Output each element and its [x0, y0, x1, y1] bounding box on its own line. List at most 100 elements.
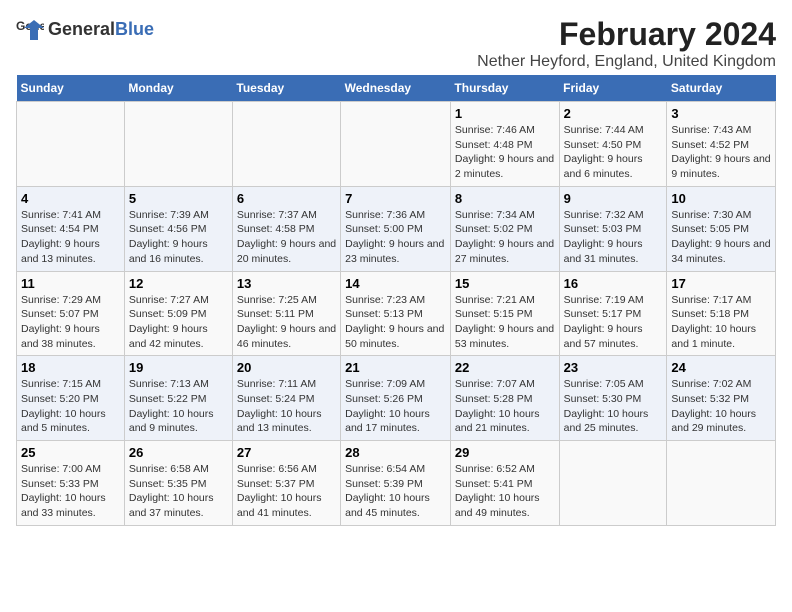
day-info: Sunrise: 7:09 AMSunset: 5:26 PMDaylight:… — [345, 377, 446, 436]
column-header-thursday: Thursday — [450, 75, 559, 102]
calendar-cell: 8 Sunrise: 7:34 AMSunset: 5:02 PMDaylight… — [450, 186, 559, 271]
day-info: Sunrise: 7:13 AMSunset: 5:22 PMDaylight:… — [129, 377, 228, 436]
day-info: Sunrise: 7:39 AMSunset: 4:56 PMDaylight:… — [129, 208, 228, 267]
title-area: February 2024 Nether Heyford, England, U… — [477, 16, 776, 71]
day-number: 25 — [21, 445, 120, 460]
calendar-cell: 5 Sunrise: 7:39 AMSunset: 4:56 PMDaylight… — [124, 186, 232, 271]
day-number: 2 — [564, 106, 663, 121]
day-number: 21 — [345, 360, 446, 375]
day-info: Sunrise: 7:29 AMSunset: 5:07 PMDaylight:… — [21, 293, 120, 352]
calendar-cell: 24Sunrise: 7:02 AMSunset: 5:32 PMDayligh… — [667, 356, 776, 441]
calendar-cell — [559, 441, 667, 526]
day-info: Sunrise: 7:19 AMSunset: 5:17 PMDaylight:… — [564, 293, 663, 352]
calendar-cell: 2 Sunrise: 7:44 AMSunset: 4:50 PMDaylight… — [559, 102, 667, 187]
day-number: 5 — [129, 191, 228, 206]
day-number: 29 — [455, 445, 555, 460]
day-info: Sunrise: 7:37 AMSunset: 4:58 PMDaylight:… — [237, 208, 336, 267]
day-info: Sunrise: 7:23 AMSunset: 5:13 PMDaylight:… — [345, 293, 446, 352]
day-number: 10 — [671, 191, 771, 206]
day-info: Sunrise: 6:54 AMSunset: 5:39 PMDaylight:… — [345, 462, 446, 521]
day-info: Sunrise: 7:43 AMSunset: 4:52 PMDaylight:… — [671, 123, 771, 182]
column-header-wednesday: Wednesday — [341, 75, 451, 102]
calendar-cell: 13 Sunrise: 7:25 AMSunset: 5:11 PMDayligh… — [232, 271, 340, 356]
day-info: Sunrise: 7:25 AMSunset: 5:11 PMDaylight:… — [237, 293, 336, 352]
day-number: 11 — [21, 276, 120, 291]
calendar-cell: 9 Sunrise: 7:32 AMSunset: 5:03 PMDaylight… — [559, 186, 667, 271]
calendar-header: SundayMondayTuesdayWednesdayThursdayFrid… — [17, 75, 776, 102]
day-number: 23 — [564, 360, 663, 375]
day-number: 14 — [345, 276, 446, 291]
day-info: Sunrise: 7:32 AMSunset: 5:03 PMDaylight:… — [564, 208, 663, 267]
day-number: 28 — [345, 445, 446, 460]
calendar-cell: 10Sunrise: 7:30 AMSunset: 5:05 PMDayligh… — [667, 186, 776, 271]
column-header-monday: Monday — [124, 75, 232, 102]
day-info: Sunrise: 7:17 AMSunset: 5:18 PMDaylight:… — [671, 293, 771, 352]
calendar-cell: 3 Sunrise: 7:43 AMSunset: 4:52 PMDaylight… — [667, 102, 776, 187]
day-info: Sunrise: 7:11 AMSunset: 5:24 PMDaylight:… — [237, 377, 336, 436]
day-info: Sunrise: 7:44 AMSunset: 4:50 PMDaylight:… — [564, 123, 663, 182]
day-info: Sunrise: 7:05 AMSunset: 5:30 PMDaylight:… — [564, 377, 663, 436]
calendar-cell — [124, 102, 232, 187]
column-header-saturday: Saturday — [667, 75, 776, 102]
day-number: 4 — [21, 191, 120, 206]
day-number: 27 — [237, 445, 336, 460]
day-info: Sunrise: 7:46 AMSunset: 4:48 PMDaylight:… — [455, 123, 555, 182]
day-number: 18 — [21, 360, 120, 375]
day-info: Sunrise: 6:56 AMSunset: 5:37 PMDaylight:… — [237, 462, 336, 521]
day-number: 3 — [671, 106, 771, 121]
calendar-cell — [341, 102, 451, 187]
day-info: Sunrise: 7:07 AMSunset: 5:28 PMDaylight:… — [455, 377, 555, 436]
day-number: 8 — [455, 191, 555, 206]
calendar-cell: 18 Sunrise: 7:15 AMSunset: 5:20 PMDayligh… — [17, 356, 125, 441]
calendar-cell: 22 Sunrise: 7:07 AMSunset: 5:28 PMDayligh… — [450, 356, 559, 441]
calendar-cell: 7 Sunrise: 7:36 AMSunset: 5:00 PMDaylight… — [341, 186, 451, 271]
calendar-table: SundayMondayTuesdayWednesdayThursdayFrid… — [16, 75, 776, 526]
day-info: Sunrise: 7:15 AMSunset: 5:20 PMDaylight:… — [21, 377, 120, 436]
calendar-cell: 15 Sunrise: 7:21 AMSunset: 5:15 PMDayligh… — [450, 271, 559, 356]
calendar-cell: 14 Sunrise: 7:23 AMSunset: 5:13 PMDayligh… — [341, 271, 451, 356]
calendar-cell: 11 Sunrise: 7:29 AMSunset: 5:07 PMDayligh… — [17, 271, 125, 356]
calendar-cell: 16Sunrise: 7:19 AMSunset: 5:17 PMDayligh… — [559, 271, 667, 356]
day-number: 22 — [455, 360, 555, 375]
logo: General GeneralBlue — [16, 16, 154, 44]
day-number: 9 — [564, 191, 663, 206]
day-number: 15 — [455, 276, 555, 291]
day-number: 13 — [237, 276, 336, 291]
main-title: February 2024 — [477, 16, 776, 53]
calendar-week-3: 18 Sunrise: 7:15 AMSunset: 5:20 PMDayligh… — [17, 356, 776, 441]
day-number: 6 — [237, 191, 336, 206]
calendar-cell: 21 Sunrise: 7:09 AMSunset: 5:26 PMDayligh… — [341, 356, 451, 441]
day-info: Sunrise: 7:41 AMSunset: 4:54 PMDaylight:… — [21, 208, 120, 267]
header: General GeneralBlue February 2024 Nether… — [16, 16, 776, 71]
day-number: 24 — [671, 360, 771, 375]
day-number: 19 — [129, 360, 228, 375]
day-number: 20 — [237, 360, 336, 375]
calendar-week-4: 25Sunrise: 7:00 AMSunset: 5:33 PMDayligh… — [17, 441, 776, 526]
day-info: Sunrise: 7:27 AMSunset: 5:09 PMDaylight:… — [129, 293, 228, 352]
calendar-cell: 26 Sunrise: 6:58 AMSunset: 5:35 PMDayligh… — [124, 441, 232, 526]
day-number: 7 — [345, 191, 446, 206]
day-number: 26 — [129, 445, 228, 460]
calendar-cell: 27 Sunrise: 6:56 AMSunset: 5:37 PMDayligh… — [232, 441, 340, 526]
day-info: Sunrise: 7:34 AMSunset: 5:02 PMDaylight:… — [455, 208, 555, 267]
calendar-cell — [232, 102, 340, 187]
day-info: Sunrise: 6:58 AMSunset: 5:35 PMDaylight:… — [129, 462, 228, 521]
day-number: 17 — [671, 276, 771, 291]
logo-text: GeneralBlue — [48, 20, 154, 40]
calendar-week-1: 4 Sunrise: 7:41 AMSunset: 4:54 PMDaylight… — [17, 186, 776, 271]
day-info: Sunrise: 6:52 AMSunset: 5:41 PMDaylight:… — [455, 462, 555, 521]
calendar-cell: 12 Sunrise: 7:27 AMSunset: 5:09 PMDayligh… — [124, 271, 232, 356]
calendar-cell: 1 Sunrise: 7:46 AMSunset: 4:48 PMDaylight… — [450, 102, 559, 187]
day-info: Sunrise: 7:36 AMSunset: 5:00 PMDaylight:… — [345, 208, 446, 267]
calendar-cell: 19 Sunrise: 7:13 AMSunset: 5:22 PMDayligh… — [124, 356, 232, 441]
subtitle: Nether Heyford, England, United Kingdom — [477, 53, 776, 71]
day-info: Sunrise: 7:21 AMSunset: 5:15 PMDaylight:… — [455, 293, 555, 352]
calendar-week-0: 1 Sunrise: 7:46 AMSunset: 4:48 PMDaylight… — [17, 102, 776, 187]
day-number: 1 — [455, 106, 555, 121]
calendar-cell: 6 Sunrise: 7:37 AMSunset: 4:58 PMDaylight… — [232, 186, 340, 271]
calendar-week-2: 11 Sunrise: 7:29 AMSunset: 5:07 PMDayligh… — [17, 271, 776, 356]
calendar-cell — [17, 102, 125, 187]
calendar-cell: 23 Sunrise: 7:05 AMSunset: 5:30 PMDayligh… — [559, 356, 667, 441]
day-number: 12 — [129, 276, 228, 291]
logo-icon: General — [16, 16, 44, 44]
